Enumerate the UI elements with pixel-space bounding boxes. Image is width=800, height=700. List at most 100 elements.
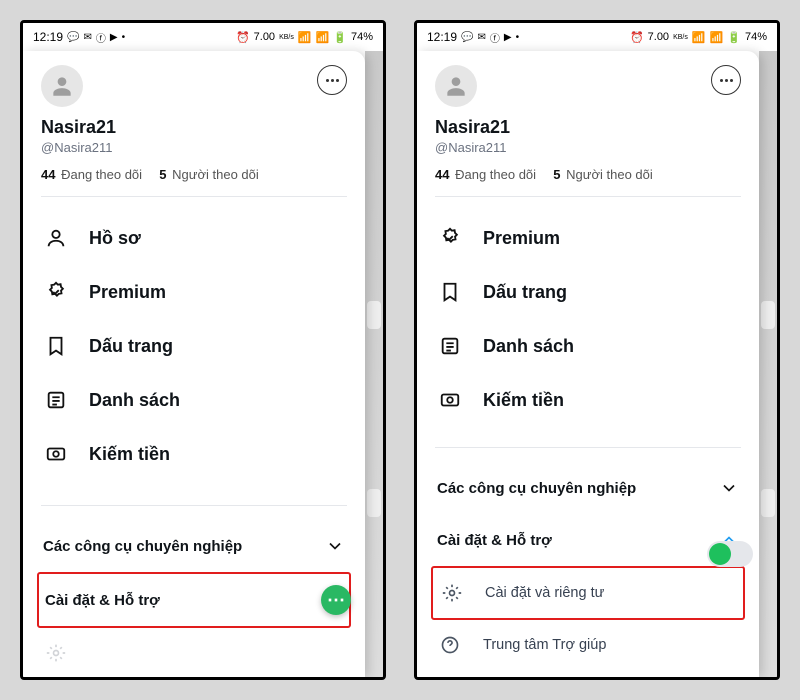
fb-icon: ⓕ [490, 30, 500, 45]
avatar[interactable] [435, 65, 477, 107]
section-pro-tools[interactable]: Các công cụ chuyên nghiệp [41, 520, 347, 572]
more-dot-icon: • [122, 32, 126, 43]
list-icon [43, 387, 69, 413]
badge-icon [437, 225, 463, 251]
menu-premium[interactable]: Premium [41, 265, 347, 319]
menu-lists[interactable]: Danh sách [435, 319, 741, 373]
menu-bookmarks[interactable]: Dấu trang [435, 265, 741, 319]
badge-icon [43, 279, 69, 305]
chat-icon: 💬 [461, 32, 473, 43]
feed-backdrop [365, 51, 383, 677]
messenger-icon: ✉ [83, 32, 91, 43]
sub-settings-privacy-partial[interactable] [41, 628, 347, 677]
battery-icon: 🔋 [333, 31, 347, 44]
wifi-icon: 📶 [298, 31, 312, 44]
nav-drawer: Nasira21 @Nasira211 44 Đang theo dõi 5 N… [23, 51, 365, 677]
section-label: Cài đặt & Hỗ trợ [437, 532, 552, 549]
net-unit: KB/s [279, 34, 294, 41]
followers-count: 5 [159, 167, 166, 182]
yt-icon: ▶ [504, 32, 512, 43]
money-icon [437, 387, 463, 413]
status-bar: 12:19 💬 ✉ ⓕ ▶ • ⏰ 7.00 KB/s 📶 📶 🔋 74% [417, 23, 777, 51]
menu-label: Danh sách [483, 336, 574, 357]
section-pro-tools[interactable]: Các công cụ chuyên nghiệp [435, 462, 741, 514]
alarm-icon: ⏰ [236, 31, 250, 44]
section-label: Các công cụ chuyên nghiệp [43, 538, 242, 555]
menu-label: Danh sách [89, 390, 180, 411]
divider [435, 447, 741, 448]
left-screenshot: 12:19 💬 ✉ ⓕ ▶ • ⏰ 7.00 KB/s 📶 📶 🔋 74% [20, 20, 386, 680]
menu-label: Hồ sơ [89, 228, 141, 249]
sub-label: Trung tâm Trợ giúp [483, 637, 606, 653]
battery-icon: 🔋 [727, 31, 741, 44]
gear-icon [439, 580, 465, 606]
display-name[interactable]: Nasira21 [435, 117, 741, 138]
alarm-icon: ⏰ [630, 31, 644, 44]
net-speed: 7.00 [254, 31, 275, 43]
list-icon [437, 333, 463, 359]
floating-toggle[interactable] [707, 541, 753, 567]
following-count: 44 [41, 167, 55, 182]
follow-stats[interactable]: 44 Đang theo dõi 5 Người theo dõi [435, 167, 741, 182]
status-time: 12:19 [427, 30, 457, 44]
more-options-button[interactable] [711, 65, 741, 95]
following-label: Đang theo dõi [61, 167, 142, 182]
status-time: 12:19 [33, 30, 63, 44]
sub-settings-privacy[interactable]: Cài đặt và riêng tư [437, 568, 739, 618]
menu-bookmarks[interactable]: Dấu trang [41, 319, 347, 373]
chevron-down-icon [325, 536, 345, 556]
menu-label: Premium [89, 282, 166, 303]
menu-label: Kiếm tiền [483, 390, 564, 411]
wifi-icon: 📶 [692, 31, 706, 44]
signal-icon: 📶 [316, 31, 330, 44]
section-label: Cài đặt & Hỗ trợ [45, 592, 160, 609]
section-settings-support[interactable]: Cài đặt & Hỗ trợ [435, 514, 741, 566]
section-label: Các công cụ chuyên nghiệp [437, 480, 636, 497]
fab-chat[interactable] [321, 585, 351, 615]
handle: @Nasira211 [435, 140, 741, 155]
menu-monetization[interactable]: Kiếm tiền [435, 373, 741, 427]
more-dot-icon: • [516, 32, 520, 43]
menu-label: Dấu trang [89, 336, 173, 357]
menu-label: Premium [483, 228, 560, 249]
sub-help-center[interactable]: Trung tâm Trợ giúp [435, 620, 741, 670]
battery-pct: 74% [351, 31, 373, 43]
yt-icon: ▶ [110, 32, 118, 43]
divider [41, 196, 347, 197]
fb-icon: ⓕ [96, 30, 106, 45]
following-count: 44 [435, 167, 449, 182]
gear-icon [43, 640, 69, 666]
menu-lists[interactable]: Danh sách [41, 373, 347, 427]
followers-count: 5 [553, 167, 560, 182]
divider [435, 196, 741, 197]
menu-profile[interactable]: Hồ sơ [41, 211, 347, 265]
status-bar: 12:19 💬 ✉ ⓕ ▶ • ⏰ 7.00 KB/s 📶 📶 🔋 74% [23, 23, 383, 51]
net-unit: KB/s [673, 34, 688, 41]
display-name[interactable]: Nasira21 [41, 117, 347, 138]
feed-backdrop [759, 51, 777, 677]
followers-label: Người theo dõi [566, 167, 653, 182]
chevron-down-icon [719, 478, 739, 498]
bookmark-icon [43, 333, 69, 359]
following-label: Đang theo dõi [455, 167, 536, 182]
bookmark-icon [437, 279, 463, 305]
sub-label: Cài đặt và riêng tư [485, 585, 604, 601]
right-screenshot: 12:19 💬 ✉ ⓕ ▶ • ⏰ 7.00 KB/s 📶 📶 🔋 74% [414, 20, 780, 680]
menu-monetization[interactable]: Kiếm tiền [41, 427, 347, 481]
more-options-button[interactable] [317, 65, 347, 95]
signal-icon: 📶 [710, 31, 724, 44]
help-icon [437, 632, 463, 658]
handle: @Nasira211 [41, 140, 347, 155]
battery-pct: 74% [745, 31, 767, 43]
section-settings-support[interactable]: Cài đặt & Hỗ trợ [43, 574, 345, 626]
menu-label: Dấu trang [483, 282, 567, 303]
menu-label: Kiếm tiền [89, 444, 170, 465]
messenger-icon: ✉ [477, 32, 485, 43]
follow-stats[interactable]: 44 Đang theo dõi 5 Người theo dõi [41, 167, 347, 182]
money-icon [43, 441, 69, 467]
avatar[interactable] [41, 65, 83, 107]
chat-icon: 💬 [67, 32, 79, 43]
menu-premium[interactable]: Premium [435, 211, 741, 265]
divider [41, 505, 347, 506]
followers-label: Người theo dõi [172, 167, 259, 182]
